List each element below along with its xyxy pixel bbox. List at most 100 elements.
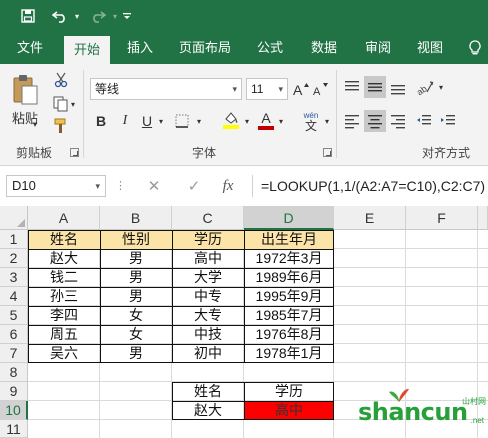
cancel-icon[interactable]: ✕ — [144, 176, 164, 196]
cell-b3[interactable]: 男 — [100, 268, 172, 287]
align-left-icon[interactable] — [342, 110, 362, 132]
cell-d10-result[interactable]: 高中 — [244, 401, 334, 420]
font-launcher-icon[interactable] — [323, 148, 332, 157]
align-center-icon[interactable] — [364, 110, 386, 132]
row-header-9[interactable]: 9 — [0, 382, 28, 401]
select-all-button[interactable] — [0, 206, 28, 230]
column-header-g[interactable] — [478, 206, 488, 230]
format-painter-icon[interactable] — [50, 116, 72, 136]
cell-c5[interactable]: 大专 — [172, 306, 244, 325]
cut-icon[interactable] — [50, 70, 72, 90]
formula-input[interactable]: =LOOKUP(1,1/(A2:A7=C10),C2:C7) — [252, 175, 488, 197]
row-header-4[interactable]: 4 — [0, 287, 28, 306]
cell-d2[interactable]: 1972年3月 — [244, 249, 334, 268]
orientation-dropdown-icon[interactable]: ▾ — [436, 76, 446, 98]
tab-view[interactable]: 视图 — [408, 32, 452, 64]
column-header-e[interactable]: E — [334, 206, 406, 230]
row-header-10[interactable]: 10 — [0, 401, 28, 420]
align-right-icon[interactable] — [388, 110, 408, 132]
cell-c6[interactable]: 中技 — [172, 325, 244, 344]
cell-d5[interactable]: 1985年7月 — [244, 306, 334, 325]
orientation-icon[interactable]: ab — [414, 76, 436, 98]
cell-b6[interactable]: 女 — [100, 325, 172, 344]
copy-icon[interactable]: ▾ — [50, 94, 78, 114]
tab-review[interactable]: 审阅 — [356, 32, 400, 64]
align-bottom-icon[interactable] — [388, 76, 408, 98]
save-icon[interactable] — [16, 5, 40, 27]
borders-icon[interactable] — [172, 110, 192, 132]
cell-c1[interactable]: 学历 — [172, 230, 244, 249]
column-header-c[interactable]: C — [172, 206, 244, 230]
tab-home[interactable]: 开始 — [64, 36, 110, 64]
cell-a1[interactable]: 姓名 — [28, 230, 100, 249]
cell-c2[interactable]: 高中 — [172, 249, 244, 268]
redo-icon[interactable] — [86, 5, 110, 27]
row-header-1[interactable]: 1 — [0, 230, 28, 249]
bold-button[interactable]: B — [92, 110, 110, 132]
cell-d9[interactable]: 学历 — [244, 382, 334, 401]
phonetic-dropdown-icon[interactable]: ▾ — [322, 110, 332, 132]
cell-b4[interactable]: 男 — [100, 287, 172, 306]
row-header-5[interactable]: 5 — [0, 306, 28, 325]
undo-icon[interactable] — [48, 5, 72, 27]
insert-function-icon[interactable]: fx — [218, 176, 238, 196]
underline-button[interactable]: U — [138, 110, 156, 132]
column-header-a[interactable]: A — [28, 206, 100, 230]
enter-icon[interactable]: ✓ — [184, 176, 204, 196]
row-header-8[interactable]: 8 — [0, 363, 28, 382]
row-header-11[interactable]: 11 — [0, 420, 28, 438]
align-top-icon[interactable] — [342, 76, 362, 98]
decrease-font-icon[interactable]: A — [312, 78, 330, 100]
cell-d3[interactable]: 1989年6月 — [244, 268, 334, 287]
row-header-3[interactable]: 3 — [0, 268, 28, 287]
cell-b2[interactable]: 男 — [100, 249, 172, 268]
row-header-6[interactable]: 6 — [0, 325, 28, 344]
increase-indent-icon[interactable] — [438, 110, 458, 132]
cell-c10[interactable]: 赵大 — [172, 401, 244, 420]
phonetic-button[interactable]: wén 文 — [298, 108, 324, 134]
cell-a5[interactable]: 李四 — [28, 306, 100, 325]
column-header-b[interactable]: B — [100, 206, 172, 230]
column-header-d[interactable]: D — [244, 206, 334, 230]
cell-a6[interactable]: 周五 — [28, 325, 100, 344]
cell-d6[interactable]: 1976年8月 — [244, 325, 334, 344]
italic-button[interactable]: I — [116, 110, 134, 132]
customize-qat-icon[interactable] — [120, 5, 134, 27]
cell-a3[interactable]: 钱二 — [28, 268, 100, 287]
cell-a2[interactable]: 赵大 — [28, 249, 100, 268]
align-middle-icon[interactable] — [364, 76, 386, 98]
font-color-icon[interactable]: A — [256, 108, 276, 132]
row-header-2[interactable]: 2 — [0, 249, 28, 268]
tab-insert[interactable]: 插入 — [118, 32, 162, 64]
clipboard-launcher-icon[interactable] — [70, 148, 79, 157]
cell-d1[interactable]: 出生年月 — [244, 230, 334, 249]
tell-me-bulb-icon[interactable] — [462, 32, 488, 64]
increase-font-icon[interactable]: A — [292, 78, 310, 100]
column-header-f[interactable]: F — [406, 206, 478, 230]
tab-data[interactable]: 数据 — [302, 32, 346, 64]
resize-handle-icon[interactable]: ⋮ — [115, 179, 126, 192]
cell-a7[interactable]: 吴六 — [28, 344, 100, 363]
cell-b5[interactable]: 女 — [100, 306, 172, 325]
undo-dropdown-icon[interactable]: ▾ — [72, 5, 82, 27]
cell-c7[interactable]: 初中 — [172, 344, 244, 363]
font-size-select[interactable]: 11 ▾ — [246, 78, 288, 100]
fill-color-icon[interactable] — [220, 108, 242, 132]
name-box[interactable]: D10 ▾ — [6, 175, 106, 197]
font-name-select[interactable]: 等线 ▾ — [90, 78, 242, 100]
font-color-dropdown-icon[interactable]: ▾ — [276, 110, 286, 132]
cell-d4[interactable]: 1995年9月 — [244, 287, 334, 306]
cell-d7[interactable]: 1978年1月 — [244, 344, 334, 363]
tab-page-layout[interactable]: 页面布局 — [172, 32, 238, 64]
cell-a4[interactable]: 孙三 — [28, 287, 100, 306]
cell-c4[interactable]: 中专 — [172, 287, 244, 306]
borders-dropdown-icon[interactable]: ▾ — [194, 110, 204, 132]
cell-b1[interactable]: 性别 — [100, 230, 172, 249]
decrease-indent-icon[interactable] — [414, 110, 434, 132]
tab-file[interactable]: 文件 — [8, 32, 52, 64]
row-header-7[interactable]: 7 — [0, 344, 28, 363]
fill-dropdown-icon[interactable]: ▾ — [242, 110, 252, 132]
cell-c3[interactable]: 大学 — [172, 268, 244, 287]
cell-c9[interactable]: 姓名 — [172, 382, 244, 401]
underline-dropdown-icon[interactable]: ▾ — [156, 110, 166, 132]
